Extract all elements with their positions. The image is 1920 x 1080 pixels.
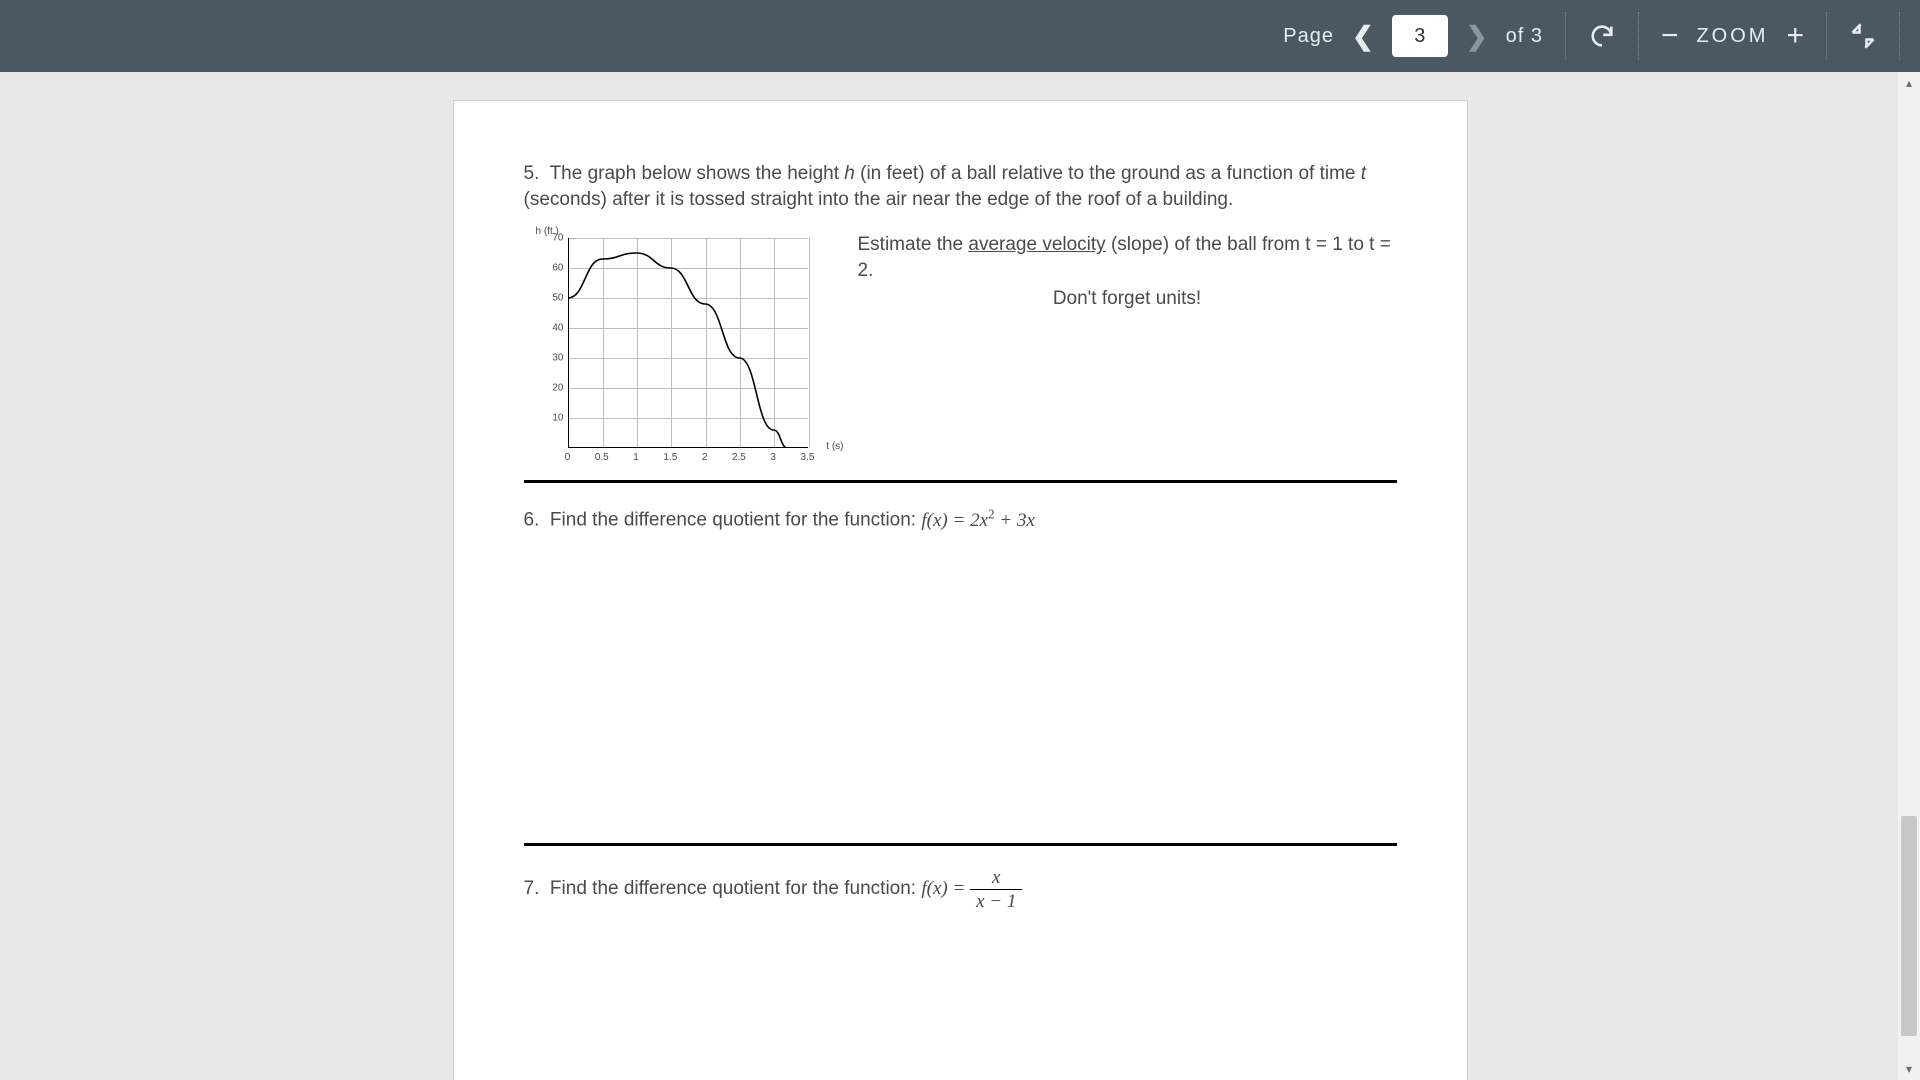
chart-curve [568,238,808,448]
chart-x-tick: 0.5 [595,452,609,463]
q7-denominator: x − 1 [970,890,1022,911]
fullscreen-group [1827,0,1899,72]
reload-group [1566,0,1638,72]
vertical-scrollbar[interactable]: ▴ ▾ [1898,72,1920,1080]
document-page: 5. The graph below shows the height h (i… [453,100,1468,1080]
q6-fx: f(x) = 2x [921,510,988,531]
pdf-toolbar: Page ❮ ❯ of 3 − ZOOM + [0,0,1920,72]
q7-fx: f(x) = [921,878,970,899]
q5-est-a: Estimate the [858,234,969,255]
section-divider [524,843,1397,846]
scrollbar-thumb[interactable] [1901,816,1917,1036]
q5-t: t [1361,163,1366,184]
chart-x-tick: 3.5 [801,452,815,463]
chart-y-tick: 30 [552,353,563,364]
zoom-label: ZOOM [1696,25,1768,48]
q5-instruction: Estimate the average velocity (slope) of… [858,230,1397,311]
page-total-label: of 3 [1506,25,1543,48]
chart-x-tick: 1.5 [663,452,677,463]
toolbar-divider [1899,12,1900,60]
page-label: Page [1283,25,1334,48]
q6-text: Find the difference quotient for the fun… [550,510,921,531]
q6-plus: + 3x [995,510,1035,531]
q5-prompt: 5. The graph below shows the height h (i… [524,161,1397,212]
q6-sq: 2 [988,506,995,521]
chart-y-tick: 10 [552,413,563,424]
document-viewport[interactable]: 5. The graph below shows the height h (i… [0,72,1920,1080]
q5-text-b: (in feet) of a ball relative to the grou… [855,163,1361,184]
zoom-group: − ZOOM + [1639,0,1826,72]
zoom-out-button[interactable]: − [1661,19,1679,53]
q6-function: f(x) = 2x2 + 3x [921,510,1035,531]
q7-function: f(x) = x x − 1 [921,878,1022,899]
chart-x-tick: 0 [565,452,571,463]
scroll-up-button[interactable]: ▴ [1898,72,1920,94]
chart-y-tick: 40 [552,323,563,334]
q5-h: h [844,163,855,184]
q5-text-c: (seconds) after it is tossed straight in… [524,189,1234,210]
q6-number: 6. [524,510,540,531]
zoom-in-button[interactable]: + [1786,19,1804,53]
chart-y-tick: 50 [552,293,563,304]
q7-prompt: 7. Find the difference quotient for the … [524,868,1397,911]
chart-y-tick: 20 [552,383,563,394]
q7-number: 7. [524,878,540,899]
chart-x-tick: 2.5 [732,452,746,463]
q5-number: 5. [524,163,540,184]
chart-x-tick: 3 [770,452,776,463]
fullscreen-collapse-icon[interactable] [1849,22,1877,50]
q5-text-a: The graph below shows the height [550,163,845,184]
chart-x-tick: 2 [702,452,708,463]
q7-fraction: x x − 1 [970,868,1022,911]
q6-prompt: 6. Find the difference quotient for the … [524,505,1397,533]
reload-icon[interactable] [1588,22,1616,50]
section-divider [524,480,1397,483]
page-number-input[interactable] [1392,15,1448,57]
prev-page-button[interactable]: ❮ [1352,21,1374,52]
q7-numerator: x [970,868,1022,890]
scroll-down-button[interactable]: ▾ [1898,1058,1920,1080]
chart-x-tick: 1 [633,452,639,463]
q5-body: h (ft.) 1020304050607000.511.522.533.5 t… [524,230,1397,470]
chart-x-axis-label: t (s) [826,441,843,452]
q5-chart: h (ft.) 1020304050607000.511.522.533.5 t… [524,230,824,470]
q6-workspace [524,533,1397,833]
page-nav-group: Page ❮ ❯ of 3 [1261,0,1565,72]
q5-dont-forget: Don't forget units! [858,286,1397,312]
q5-est-underline: average velocity [968,234,1105,255]
chart-y-tick: 70 [552,233,563,244]
chart-y-tick: 60 [552,263,563,274]
next-page-button[interactable]: ❯ [1466,21,1488,52]
q7-text: Find the difference quotient for the fun… [550,878,921,899]
